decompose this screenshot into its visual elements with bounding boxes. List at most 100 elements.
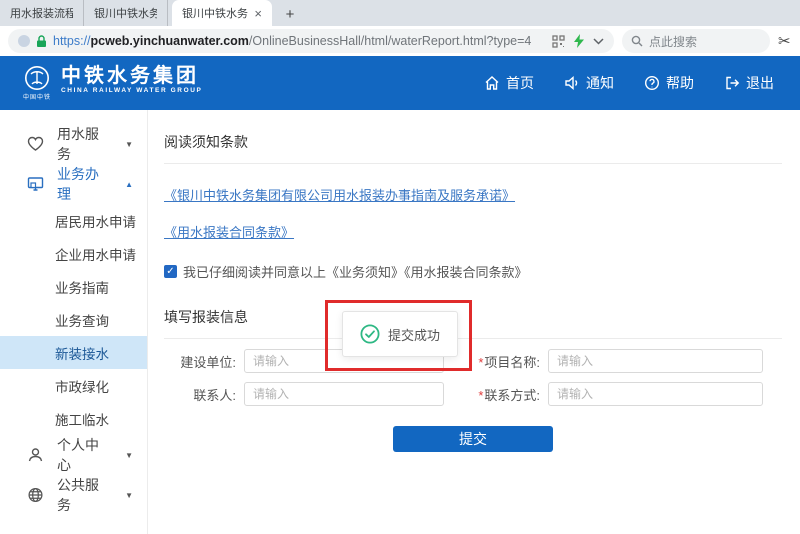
user-icon (27, 447, 44, 463)
notice-section-title: 阅读须知条款 (164, 132, 782, 152)
submit-button[interactable]: 提交 (393, 426, 553, 452)
browser-tab-bar: 用水报装流程_ 银川中铁水务集 银川中铁水务集 × + (0, 0, 800, 26)
form-row: 建设单位: *项目名称: (164, 349, 782, 373)
browser-window: { "browser": { "tabs": [ {"title": "用水报装… (0, 0, 800, 534)
nav-label: 通知 (586, 73, 614, 93)
new-tab-button[interactable]: + (278, 4, 302, 24)
nav-label: 退出 (746, 73, 774, 93)
contact-method-input[interactable] (548, 382, 763, 406)
required-star: * (478, 355, 483, 370)
sidebar-group-water-services[interactable]: 用水服务 ▼ (0, 124, 147, 164)
nav-notifications[interactable]: 通知 (564, 73, 614, 93)
heart-icon (27, 136, 44, 152)
sidebar-item-label: 居民用水申请 (55, 211, 136, 231)
field-label: 建设单位: (164, 352, 244, 371)
main-panel: 阅读须知条款 《银川中铁水务集团有限公司用水报装办事指南及服务承诺》 《用水报装… (148, 110, 800, 534)
search-placeholder: 点此搜索 (649, 33, 697, 50)
divider (164, 163, 782, 164)
sidebar-group-label: 用水服务 (57, 124, 112, 164)
project-name-input[interactable] (548, 349, 763, 373)
brand-text: 中铁水务集团 CHINA RAILWAY WATER GROUP (61, 65, 202, 94)
success-check-icon (360, 324, 380, 344)
search-icon (631, 35, 643, 47)
sidebar-item-label: 业务指南 (55, 277, 109, 297)
speaker-icon (564, 75, 580, 91)
application-form: 建设单位: *项目名称: 联系人: *联系方式: (164, 349, 782, 406)
chevron-down-icon: ▼ (125, 451, 133, 460)
url-field[interactable]: https://pcweb.yinchuanwater.com/OnlineBu… (8, 29, 614, 53)
nav-home[interactable]: 首页 (484, 73, 534, 93)
nav-label: 首页 (506, 73, 534, 93)
sidebar-group-business-handling[interactable]: 业务办理 ▲ (0, 164, 147, 204)
tab-close-icon[interactable]: × (254, 7, 262, 20)
url-path: /OnlineBusinessHall/html/waterReport.htm… (249, 34, 531, 48)
tab-title: 银川中铁水务集 (94, 5, 157, 21)
qr-code-icon[interactable] (552, 35, 565, 48)
field-label: *项目名称: (444, 352, 548, 371)
sidebar-item-label: 施工临水 (55, 409, 109, 429)
nav-help[interactable]: 帮助 (644, 73, 694, 93)
chevron-down-icon: ▼ (125, 140, 133, 149)
sidebar-group-public-services[interactable]: 公共服务 ▼ (0, 475, 147, 515)
brand-name-en: CHINA RAILWAY WATER GROUP (61, 87, 202, 94)
nav-logout[interactable]: 退出 (724, 73, 774, 93)
field-contact-method: *联系方式: (444, 382, 763, 406)
chevron-up-icon: ▲ (125, 180, 133, 189)
form-row: 联系人: *联系方式: (164, 382, 782, 406)
sidebar-item-label: 新装接水 (55, 343, 109, 363)
url-actions (552, 34, 604, 48)
success-toast: 提交成功 (342, 311, 458, 357)
required-star: * (478, 388, 483, 403)
agreement-checkbox[interactable] (164, 265, 177, 278)
url-scheme: https (53, 34, 80, 48)
agreement-row: 我已仔细阅读并同意以上《业务须知》《用水报装合同条款》 (164, 262, 782, 281)
agreement-label: 我已仔细阅读并同意以上《业务须知》《用水报装合同条款》 (183, 262, 528, 281)
guide-document-link[interactable]: 《银川中铁水务集团有限公司用水报装办事指南及服务承诺》 (164, 185, 782, 204)
sidebar-item-municipal-greening[interactable]: 市政绿化 (0, 369, 147, 402)
sidebar-item-label: 企业用水申请 (55, 244, 136, 264)
field-project-name: *项目名称: (444, 349, 763, 373)
url-host: pcweb.yinchuanwater.com (91, 34, 249, 48)
browser-tab-1[interactable]: 用水报装流程_ (0, 0, 84, 26)
nav-label: 帮助 (666, 73, 694, 93)
chevron-down-icon: ▼ (125, 491, 133, 500)
lock-icon (36, 35, 47, 48)
crwg-emblem-icon: 中国中铁 (20, 65, 54, 101)
url-separator: :// (80, 34, 90, 48)
browser-tab-3-active[interactable]: 银川中铁水务集 × (172, 0, 272, 26)
sidebar-item-business-query[interactable]: 业务查询 (0, 303, 147, 336)
url-text: https://pcweb.yinchuanwater.com/OnlineBu… (53, 34, 546, 48)
site-header: 中国中铁 中铁水务集团 CHINA RAILWAY WATER GROUP 首页… (0, 56, 800, 110)
field-label: 联系人: (164, 385, 244, 404)
monitor-icon (27, 176, 44, 192)
sidebar-group-label: 公共服务 (57, 475, 112, 515)
sidebar-item-label: 业务查询 (55, 310, 109, 330)
help-icon (644, 75, 660, 91)
sidebar-item-construction-temporary-water[interactable]: 施工临水 (0, 402, 147, 435)
lightning-icon[interactable] (574, 34, 584, 48)
sidebar-group-personal-center[interactable]: 个人中心 ▼ (0, 435, 147, 475)
tab-title: 银川中铁水务集 (182, 5, 248, 21)
sidebar-item-business-guide[interactable]: 业务指南 (0, 270, 147, 303)
sidebar-item-label: 市政绿化 (55, 376, 109, 396)
header-nav: 首页 通知 帮助 退出 (484, 73, 774, 93)
site-icon (18, 35, 30, 47)
sidebar-group-label: 业务办理 (57, 164, 112, 204)
logout-icon (724, 75, 740, 91)
contact-person-input[interactable] (244, 382, 444, 406)
quick-search-box[interactable]: 点此搜索 (622, 29, 770, 53)
scissors-icon[interactable]: ✂ (778, 32, 800, 50)
contract-terms-link[interactable]: 《用水报装合同条款》 (164, 222, 782, 241)
sidebar-group-label: 个人中心 (57, 435, 112, 475)
tab-title: 用水报装流程_ (10, 5, 73, 21)
browser-tab-2[interactable]: 银川中铁水务集 (84, 0, 168, 26)
home-icon (484, 75, 500, 91)
sidebar-item-enterprise-water-application[interactable]: 企业用水申请 (0, 237, 147, 270)
chevron-down-icon[interactable] (593, 38, 604, 45)
logo-caption: 中国中铁 (23, 92, 51, 101)
sidebar: 用水服务 ▼ 业务办理 ▲ 居民用水申请 企业用水申请 业务指南 业务查询 新装… (0, 110, 148, 534)
toast-message: 提交成功 (388, 325, 440, 344)
globe-icon (27, 487, 44, 503)
sidebar-item-new-water-connection[interactable]: 新装接水 (0, 336, 147, 369)
sidebar-item-resident-water-application[interactable]: 居民用水申请 (0, 204, 147, 237)
